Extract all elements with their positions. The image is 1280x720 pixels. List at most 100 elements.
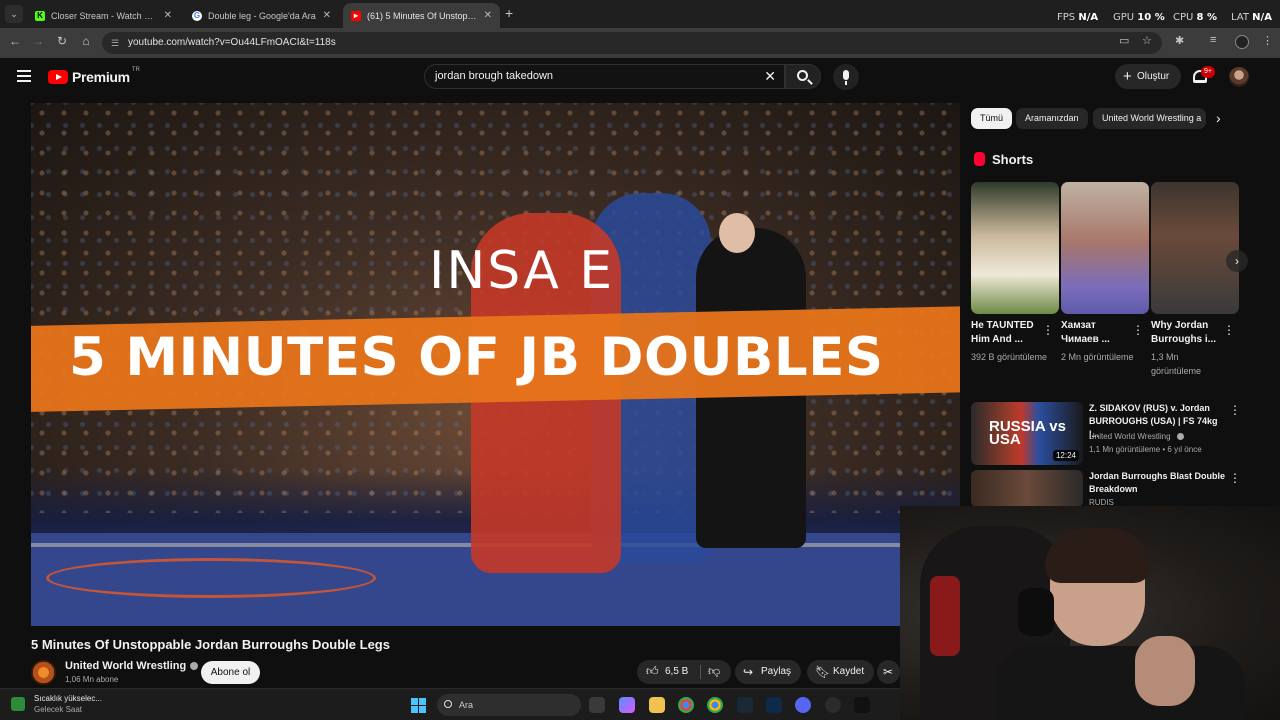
reload-icon[interactable]: ↻ bbox=[53, 34, 71, 48]
create-button[interactable]: + Oluştur bbox=[1115, 64, 1181, 89]
file-explorer-icon[interactable] bbox=[649, 697, 665, 713]
short-title[interactable]: Why Jordan Burroughs i... bbox=[1151, 319, 1223, 347]
like-dislike-group: 👍︎ 6,5 B 👎︎ bbox=[637, 660, 731, 684]
webcam-person-body bbox=[995, 646, 1245, 720]
youtube-header: Premium TR jordan brough takedown ✕ + Ol… bbox=[0, 58, 1280, 98]
account-avatar[interactable] bbox=[1229, 67, 1249, 87]
chevron-right-icon[interactable]: › bbox=[1216, 110, 1221, 126]
weather-subline: Gelecek Saat bbox=[34, 705, 83, 714]
subscribe-button[interactable]: Abone ol bbox=[201, 661, 260, 684]
search-input[interactable]: jordan brough takedown ✕ bbox=[424, 64, 785, 89]
tab-youtube[interactable]: ▸ (61) 5 Minutes Of Unstoppable Jordan ✕ bbox=[343, 3, 500, 28]
close-tab-icon[interactable]: ✕ bbox=[164, 10, 172, 21]
video-player[interactable]: INSA E 5 MINUTES OF JB DOUBLES bbox=[31, 103, 960, 626]
video-title: 5 Minutes Of Unstoppable Jordan Burrough… bbox=[31, 637, 390, 652]
short-thumbnail[interactable] bbox=[1061, 182, 1149, 314]
lat-readout: LAT N/A bbox=[1231, 12, 1272, 23]
clear-search-icon[interactable]: ✕ bbox=[764, 65, 776, 88]
thumbnail-small-text: INSA E bbox=[429, 241, 615, 301]
browser-profile-avatar[interactable] bbox=[1235, 35, 1249, 49]
discord-icon[interactable] bbox=[795, 697, 811, 713]
recommended-thumbnail[interactable] bbox=[971, 470, 1083, 507]
logo-text: Premium bbox=[72, 69, 130, 85]
chrome-icon[interactable] bbox=[707, 697, 723, 713]
extensions-icon[interactable]: ✱ bbox=[1175, 34, 1184, 47]
webcam-person-hand bbox=[1135, 636, 1195, 706]
headset-icon bbox=[1018, 588, 1054, 636]
youtube-icon: ▸ bbox=[351, 10, 361, 21]
weather-icon[interactable] bbox=[11, 697, 25, 711]
save-button[interactable]: 🔖︎ Kaydet bbox=[807, 660, 875, 684]
tab-title: Closer Stream - Watch Live on Kick bbox=[51, 10, 158, 21]
taskbar-search[interactable]: Ara bbox=[437, 694, 581, 716]
windows-start-icon[interactable] bbox=[411, 698, 426, 713]
close-tab-icon[interactable]: ✕ bbox=[484, 10, 492, 21]
weather-headline[interactable]: Sıcaklık yükselec... bbox=[34, 694, 102, 703]
shorts-next-icon[interactable]: › bbox=[1226, 250, 1248, 272]
home-icon[interactable]: ⌂ bbox=[77, 34, 95, 48]
clip-button[interactable]: ✂ bbox=[877, 660, 900, 684]
gpu-readout: GPU 10 % bbox=[1113, 12, 1165, 23]
like-icon[interactable]: 👍︎ bbox=[646, 664, 659, 679]
channel-name[interactable]: United World Wrestling bbox=[65, 660, 199, 672]
share-button[interactable]: ↪ Paylaş bbox=[735, 660, 802, 684]
more-options-icon[interactable]: ⋮ bbox=[1223, 323, 1235, 337]
epic-games-icon[interactable] bbox=[854, 697, 870, 713]
like-count[interactable]: 6,5 B bbox=[665, 666, 688, 677]
scissors-icon: ✂ bbox=[883, 665, 894, 679]
menu-icon[interactable] bbox=[17, 70, 31, 85]
short-title[interactable]: Хамзат Чимаев ... bbox=[1061, 319, 1133, 347]
thumbnail-overlay-text: RUSSIA vs USA bbox=[989, 418, 1066, 448]
search-icon bbox=[444, 700, 452, 708]
chip-all[interactable]: Tümü bbox=[971, 108, 1013, 129]
region-code: TR bbox=[131, 67, 140, 73]
back-icon[interactable]: ← bbox=[6, 34, 24, 48]
verified-icon bbox=[190, 662, 199, 671]
url-text: youtube.com/watch?v=Ou44LFmOACI&t=118s bbox=[128, 37, 336, 48]
recommended-meta: 1,1 Mn görüntüleme • 6 yıl önce bbox=[1089, 445, 1202, 454]
recommended-title[interactable]: Jordan Burroughs Blast Double Breakdown bbox=[1089, 470, 1227, 496]
short-thumbnail[interactable] bbox=[971, 182, 1059, 314]
more-options-icon[interactable]: ⋮ bbox=[1132, 323, 1144, 337]
browser-menu-icon[interactable]: ⋮ bbox=[1262, 34, 1273, 47]
copilot-icon[interactable] bbox=[619, 697, 635, 713]
recommended-channel[interactable]: United World Wrestling bbox=[1089, 432, 1184, 441]
voice-search-icon[interactable] bbox=[833, 64, 859, 90]
short-title[interactable]: He TAUNTED Him And ... bbox=[971, 319, 1043, 347]
task-view-icon[interactable] bbox=[589, 697, 605, 713]
cast-icon[interactable]: ▭ bbox=[1119, 34, 1129, 47]
more-options-icon[interactable]: ⋮ bbox=[1042, 323, 1054, 337]
video-duration: 12:24 bbox=[1052, 450, 1079, 461]
address-bar[interactable]: ☰ youtube.com/watch?v=Ou44LFmOACI&t=118s bbox=[102, 32, 1162, 54]
verified-icon bbox=[1176, 433, 1184, 441]
channel-avatar[interactable] bbox=[31, 660, 56, 685]
taskbar-search-placeholder: Ara bbox=[459, 700, 474, 710]
short-thumbnail[interactable] bbox=[1151, 182, 1239, 314]
youtube-logo[interactable]: Premium TR bbox=[48, 67, 140, 85]
obs-icon[interactable] bbox=[825, 697, 841, 713]
subscriber-count: 1,06 Mn abone bbox=[65, 675, 119, 684]
steam-icon[interactable] bbox=[737, 697, 753, 713]
tab-kick[interactable]: K Closer Stream - Watch Live on Kick ✕ bbox=[27, 3, 180, 28]
recommended-thumbnail[interactable]: RUSSIA vs USA 12:24 bbox=[971, 402, 1083, 465]
chip-channel[interactable]: United World Wrestling a bbox=[1093, 108, 1206, 129]
chip-from-search[interactable]: Aramanızdan bbox=[1016, 108, 1088, 129]
chrome-icon[interactable] bbox=[678, 697, 694, 713]
media-controls-icon[interactable]: ≡ bbox=[1210, 34, 1216, 46]
new-tab-icon[interactable]: + bbox=[505, 5, 513, 21]
vscode-icon[interactable] bbox=[766, 697, 782, 713]
tab-search-icon[interactable]: ⌄ bbox=[5, 5, 23, 23]
more-options-icon[interactable]: ⋮ bbox=[1229, 403, 1241, 417]
close-tab-icon[interactable]: ✕ bbox=[323, 10, 331, 21]
bookmark-star-icon[interactable]: ☆ bbox=[1142, 34, 1152, 47]
cpu-readout: CPU 8 % bbox=[1173, 12, 1217, 23]
search-icon bbox=[797, 70, 808, 81]
forward-icon[interactable]: → bbox=[29, 34, 47, 48]
site-info-icon[interactable]: ☰ bbox=[111, 32, 119, 54]
webcam-chair-accent bbox=[930, 576, 960, 656]
google-icon: G bbox=[192, 10, 202, 21]
tab-google[interactable]: G Double leg - Google'da Ara ✕ bbox=[184, 3, 339, 28]
search-button[interactable] bbox=[785, 64, 821, 89]
more-options-icon[interactable]: ⋮ bbox=[1229, 471, 1241, 485]
dislike-icon[interactable]: 👎︎ bbox=[708, 664, 720, 679]
